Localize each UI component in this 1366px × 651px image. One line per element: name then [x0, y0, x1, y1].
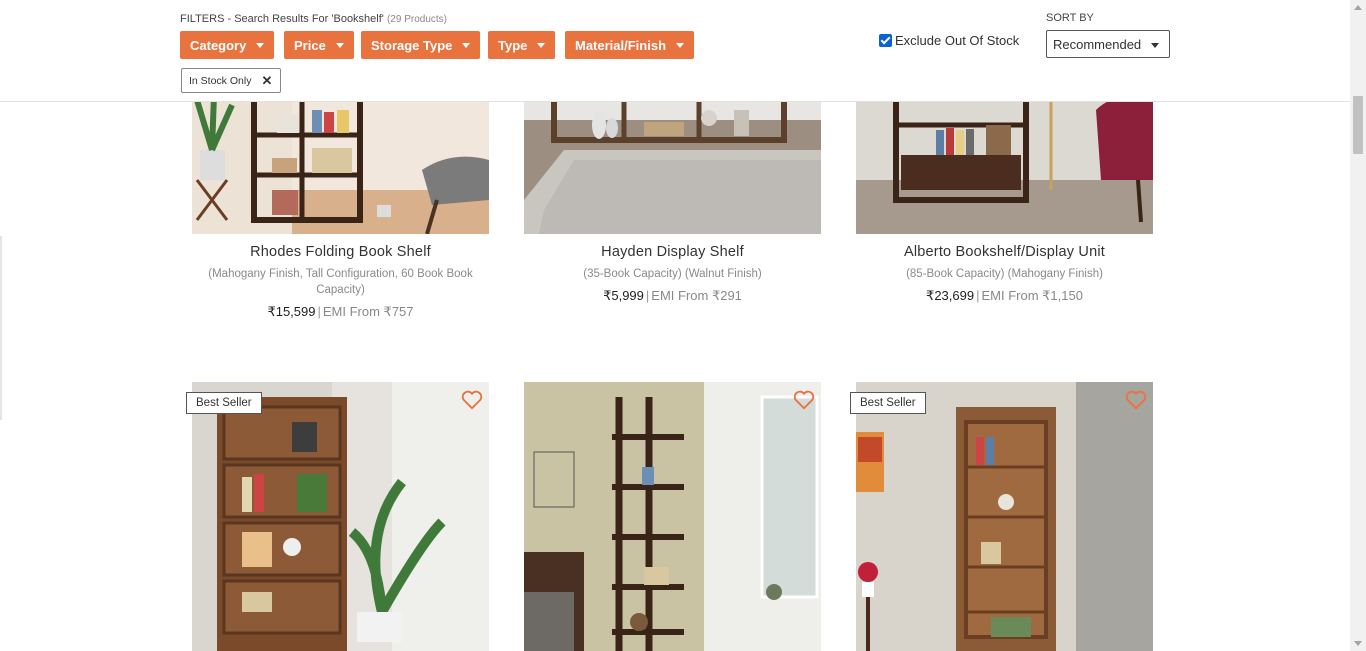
exclude-label: Exclude Out Of Stock	[895, 33, 1020, 48]
wishlist-heart-icon[interactable]	[793, 390, 815, 410]
product-image-row2-3[interactable]	[856, 382, 1153, 651]
best-seller-badge: Best Seller	[850, 392, 926, 414]
page: Rhodes Folding Book Shelf (Mahogany Fini…	[0, 0, 1366, 651]
filter-button-label: Category	[190, 37, 247, 53]
product-image-row2-2[interactable]	[524, 382, 821, 651]
scroll-down-arrow-icon[interactable]	[1354, 641, 1362, 646]
product-price: ₹23,699	[926, 288, 975, 303]
product-price: ₹5,999	[603, 288, 644, 303]
product-info-alberto: Alberto Bookshelf/Display Unit (85-Book …	[856, 244, 1153, 304]
product-name[interactable]: Hayden Display Shelf	[524, 244, 821, 260]
filter-bar: FILTERS - Search Results For 'Bookshelf'…	[0, 0, 1350, 102]
product-description: (Mahogany Finish, Tall Configuration, 60…	[208, 268, 473, 296]
filter-material-finish-button[interactable]: Material/Finish	[565, 31, 695, 59]
filter-storage-type-button[interactable]: Storage Type	[361, 31, 481, 59]
filter-type-button[interactable]: Type	[488, 31, 556, 59]
product-description: (85-Book Capacity) (Mahogany Finish)	[906, 268, 1103, 280]
sort-by-label: SORT BY	[1046, 12, 1094, 24]
checkbox-checked-icon[interactable]	[879, 34, 892, 47]
filter-button-label: Price	[294, 37, 326, 53]
active-filter-chip[interactable]: In Stock Only ✕	[181, 68, 282, 93]
product-info-hayden: Hayden Display Shelf (35-Book Capacity) …	[524, 244, 821, 304]
product-description: (35-Book Capacity) (Walnut Finish)	[583, 268, 762, 280]
close-icon[interactable]: ✕	[261, 73, 272, 89]
wishlist-heart-icon[interactable]	[1125, 390, 1147, 410]
filter-category-button[interactable]: Category	[180, 31, 275, 59]
filters-title-text: FILTERS - Search Results For 'Bookshelf'	[180, 13, 384, 25]
product-image-row2-1[interactable]	[192, 382, 489, 651]
caret-down-icon	[335, 42, 344, 48]
caret-down-icon	[676, 42, 685, 48]
filters-title: FILTERS - Search Results For 'Bookshelf'…	[180, 13, 447, 25]
chevron-down-icon	[1151, 43, 1159, 48]
filter-button-label: Material/Finish	[575, 37, 667, 53]
product-price-line: ₹23,699 | EMI From ₹1,150	[926, 288, 1083, 303]
product-price-line: ₹5,999 | EMI From ₹291	[603, 288, 742, 303]
filter-button-label: Storage Type	[371, 37, 453, 53]
exclude-out-of-stock-toggle[interactable]: Exclude Out Of Stock	[879, 33, 1019, 48]
left-edge-divider	[0, 236, 2, 420]
product-emi: EMI From ₹757	[322, 304, 414, 319]
vertical-scrollbar[interactable]	[1350, 0, 1366, 651]
caret-down-icon	[256, 42, 265, 48]
product-price-line: ₹15,599 | EMI From ₹757	[267, 304, 414, 319]
filter-price-button[interactable]: Price	[284, 31, 354, 59]
product-count: (29 Products)	[386, 14, 447, 25]
scroll-up-arrow-icon[interactable]	[1354, 5, 1362, 10]
product-emi: EMI From ₹291	[651, 288, 742, 303]
caret-down-icon	[537, 42, 546, 48]
product-name[interactable]: Alberto Bookshelf/Display Unit	[856, 244, 1153, 260]
sort-select[interactable]: Recommended	[1046, 30, 1170, 58]
wishlist-heart-icon[interactable]	[461, 390, 483, 410]
product-emi: EMI From ₹1,150	[981, 288, 1083, 303]
chip-label: In Stock Only	[189, 74, 252, 87]
caret-down-icon	[462, 42, 471, 48]
scrollbar-thumb[interactable]	[1353, 96, 1363, 154]
filter-button-label: Type	[498, 37, 528, 53]
product-info-rhodes: Rhodes Folding Book Shelf (Mahogany Fini…	[192, 244, 489, 320]
sort-selected-value: Recommended	[1053, 36, 1142, 52]
best-seller-badge: Best Seller	[186, 392, 262, 414]
product-price: ₹15,599	[267, 304, 316, 319]
product-name[interactable]: Rhodes Folding Book Shelf	[192, 244, 489, 260]
